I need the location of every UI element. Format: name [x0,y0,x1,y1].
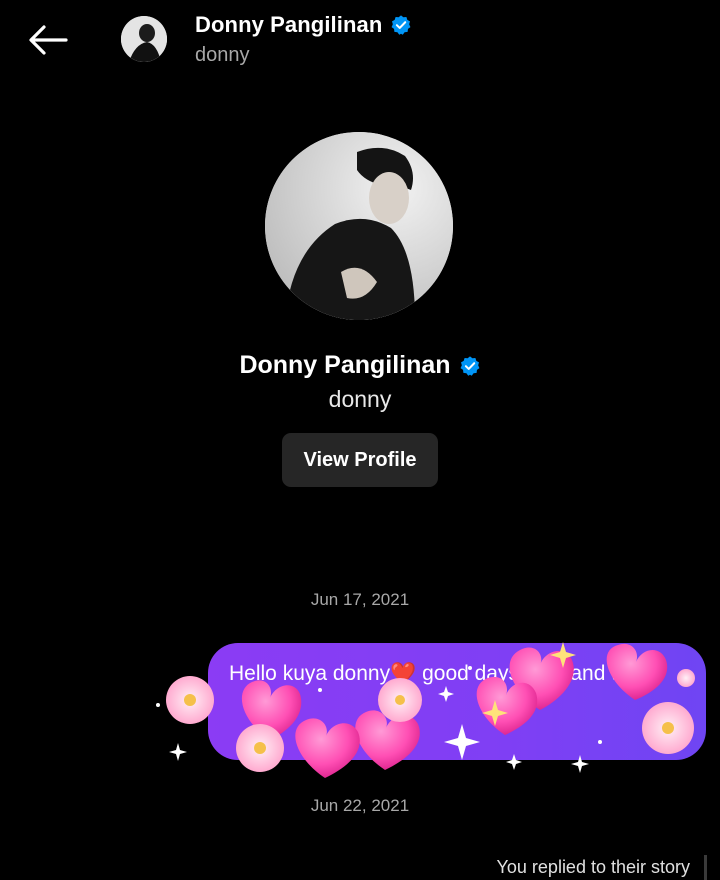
profile-name: Donny Pangilinan [0,351,720,380]
header-avatar[interactable] [121,16,167,62]
profile-picture[interactable] [265,132,453,320]
arrow-left-icon [29,25,68,55]
header-name-text: Donny Pangilinan [195,12,383,37]
message-text: Hello kuya donny❤️ good days safe and to [229,662,629,685]
verified-badge-icon [391,15,411,35]
verified-badge-icon [460,355,480,376]
date-separator: Jun 22, 2021 [310,796,410,815]
profile-name-text: Donny Pangilinan [239,351,451,379]
view-profile-button[interactable]: View Profile [282,433,438,487]
message-bubble[interactable]: Hello kuya donny❤️ good days safe and to [208,643,706,760]
story-reply-bar [704,855,707,880]
back-button[interactable] [26,22,70,58]
chat-header: Donny Pangilinan donny [0,0,720,80]
date-separator: Jun 17, 2021 [310,590,410,609]
reply-note: You replied to their story [496,857,690,877]
profile-handle: donny [328,386,392,412]
header-name[interactable]: Donny Pangilinan [195,12,412,38]
header-handle: donny [195,44,250,66]
